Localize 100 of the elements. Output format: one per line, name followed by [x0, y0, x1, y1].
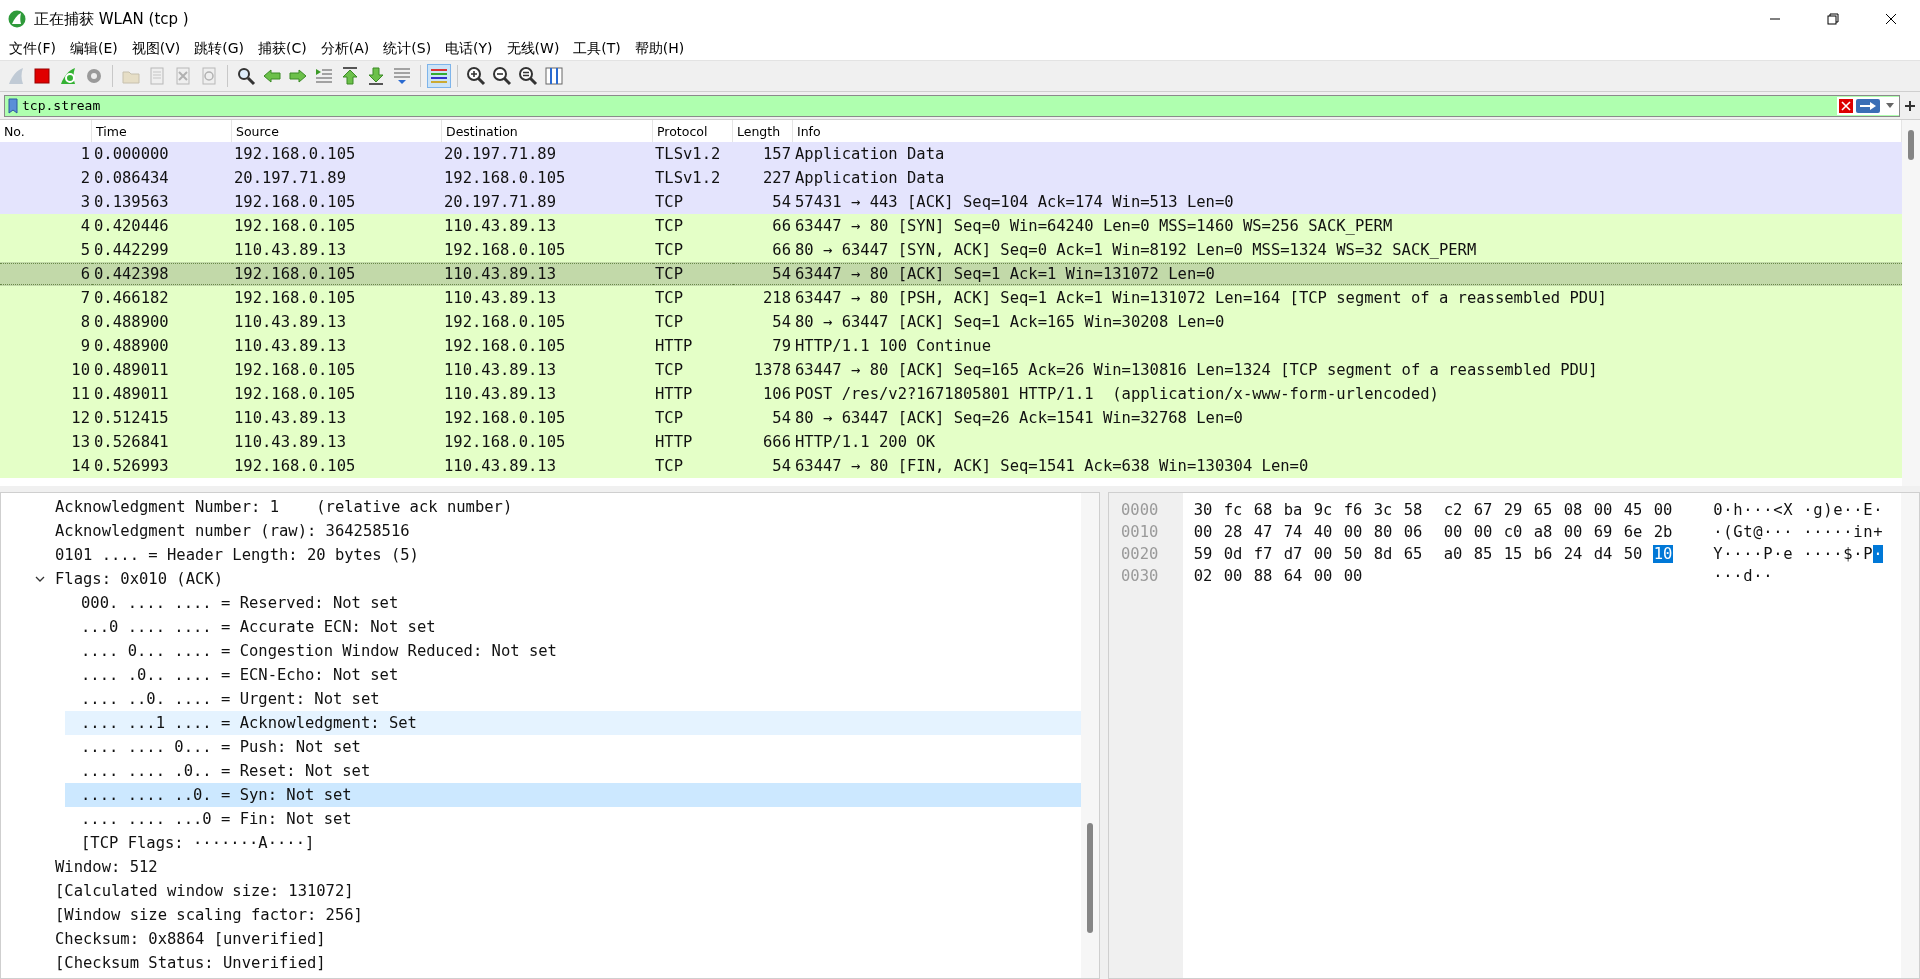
- packet-row[interactable]: 12 0.512415 110.43.89.13 192.168.0.105 TCP 54 80 → 63447 [ACK] Seq=26 Ack=1541 Win=32768 Len=0: [0, 406, 1902, 430]
- ascii-char[interactable]: ·: [1873, 545, 1883, 563]
- ascii-char[interactable]: (: [1723, 523, 1733, 541]
- hex-byte[interactable]: 80: [1373, 523, 1393, 541]
- hex-byte[interactable]: a8: [1533, 523, 1553, 541]
- ascii-char[interactable]: ·: [1733, 567, 1743, 585]
- hex-byte[interactable]: 00: [1223, 567, 1243, 585]
- bookmark-button[interactable]: [8, 96, 18, 115]
- packet-row[interactable]: 5 0.442299 110.43.89.13 192.168.0.105 TCP 66 80 → 63447 [SYN, ACK] Seq=0 Ack=1 Win=8192 Len=0 MSS=1324 WS=32 SACK_PERM: [0, 238, 1902, 262]
- packet-row[interactable]: 13 0.526841 110.43.89.13 192.168.0.105 HTTP 666 HTTP/1.1 200 OK: [0, 430, 1902, 454]
- ascii-char[interactable]: h: [1733, 501, 1743, 519]
- hex-byte[interactable]: 0d: [1223, 545, 1243, 563]
- ascii-char[interactable]: ·: [1853, 501, 1863, 519]
- tree-row[interactable]: .... .... .0.. = Reset: Not set: [65, 759, 1081, 783]
- tree-row[interactable]: .... .... ...0 = Fin: Not set: [65, 807, 1081, 831]
- tree-row[interactable]: 000. .... .... = Reserved: Not set: [65, 591, 1081, 615]
- packet-row[interactable]: 11 0.489011 192.168.0.105 110.43.89.13 HTTP 106 POST /res/v2?1671805801 HTTP/1.1 (application/x-www-form-urlencoded): [0, 382, 1902, 406]
- tree-row[interactable]: [Window size scaling factor: 256]: [55, 903, 1081, 927]
- hex-byte[interactable]: 50: [1623, 545, 1643, 563]
- hex-byte[interactable]: c2: [1443, 501, 1463, 519]
- hex-byte[interactable]: 06: [1403, 523, 1423, 541]
- ascii-char[interactable]: 0: [1713, 501, 1723, 519]
- ascii-char[interactable]: P: [1763, 545, 1773, 563]
- packet-row[interactable]: 9 0.488900 110.43.89.13 192.168.0.105 HTTP 79 HTTP/1.1 100 Continue: [0, 334, 1902, 358]
- hex-byte[interactable]: 47: [1253, 523, 1273, 541]
- hex-byte[interactable]: 59: [1193, 545, 1213, 563]
- ascii-char[interactable]: ·: [1873, 501, 1883, 519]
- ascii-char[interactable]: i: [1853, 523, 1863, 541]
- ascii-char[interactable]: @: [1753, 523, 1763, 541]
- hex-byte[interactable]: f6: [1343, 501, 1363, 519]
- packet-row[interactable]: 2 0.086434 20.197.71.89 192.168.0.105 TLSv1.2 227 Application Data: [0, 166, 1902, 190]
- ascii-char[interactable]: Y: [1713, 545, 1723, 563]
- menu-item[interactable]: 捕获(C): [251, 38, 314, 60]
- packet-row[interactable]: 4 0.420446 192.168.0.105 110.43.89.13 TCP 66 63447 → 80 [SYN] Seq=0 Win=64240 Len=0 MSS=1460 WS=256 SACK_PERM: [0, 214, 1902, 238]
- ascii-char[interactable]: ·: [1743, 545, 1753, 563]
- hex-byte[interactable]: 00: [1473, 523, 1493, 541]
- ascii-char[interactable]: ): [1823, 501, 1833, 519]
- ascii-char[interactable]: X: [1783, 501, 1793, 519]
- packet-row[interactable]: 8 0.488900 110.43.89.13 192.168.0.105 TCP 54 80 → 63447 [ACK] Seq=1 Ack=165 Win=30208 Len=0: [0, 310, 1902, 334]
- hex-byte[interactable]: b6: [1533, 545, 1553, 563]
- hex-byte[interactable]: 45: [1623, 501, 1643, 519]
- hex-byte[interactable]: fc: [1223, 501, 1243, 519]
- menu-item[interactable]: 无线(W): [499, 38, 567, 60]
- ascii-char[interactable]: <: [1773, 501, 1783, 519]
- hex-byte[interactable]: 50: [1343, 545, 1363, 563]
- menu-item[interactable]: 分析(A): [313, 38, 377, 60]
- tree-row[interactable]: .... .... ..0. = Syn: Not set: [65, 783, 1081, 807]
- packet-row[interactable]: 7 0.466182 192.168.0.105 110.43.89.13 TCP 218 63447 → 80 [PSH, ACK] Seq=1 Ack=1 Win=131072 Len=164 [TCP segment of a reassembled PDU]: [0, 286, 1902, 310]
- hex-byte[interactable]: 00: [1313, 567, 1333, 585]
- hex-byte[interactable]: 65: [1533, 501, 1553, 519]
- zoom-reset-button[interactable]: [516, 64, 540, 88]
- filter-bar[interactable]: tcp.stream: [4, 94, 1900, 117]
- hex-byte[interactable]: 29: [1503, 501, 1523, 519]
- tree-row[interactable]: 0101 .... = Header Length: 20 bytes (5): [55, 543, 1081, 567]
- tree-row[interactable]: [TCP Flags: ·······A····]: [65, 831, 1081, 855]
- tree-row[interactable]: Checksum: 0x8864 [unverified]: [55, 927, 1081, 951]
- ascii-char[interactable]: ·: [1743, 501, 1753, 519]
- tree-row[interactable]: Acknowledgment number (raw): 364258516: [55, 519, 1081, 543]
- menu-item[interactable]: 文件(F): [2, 38, 63, 60]
- scrollbar[interactable]: [1902, 120, 1920, 486]
- ascii-char[interactable]: d: [1743, 567, 1753, 585]
- menu-item[interactable]: 视图(V): [124, 38, 188, 60]
- tree-row[interactable]: .... ..0. .... = Urgent: Not set: [65, 687, 1081, 711]
- hex-byte[interactable]: 24: [1563, 545, 1583, 563]
- ascii-char[interactable]: n: [1863, 523, 1873, 541]
- hex-byte[interactable]: a0: [1443, 545, 1463, 563]
- hex-byte[interactable]: 02: [1193, 567, 1213, 585]
- ascii-char[interactable]: ·: [1803, 545, 1813, 563]
- hex-byte[interactable]: 00: [1443, 523, 1463, 541]
- ascii-char[interactable]: ·: [1763, 567, 1773, 585]
- hex-byte[interactable]: 00: [1343, 523, 1363, 541]
- columns-button[interactable]: [542, 64, 566, 88]
- hex-byte[interactable]: 00: [1563, 523, 1583, 541]
- ascii-char[interactable]: ·: [1733, 545, 1743, 563]
- hex-byte[interactable]: 6e: [1623, 523, 1643, 541]
- ascii-char[interactable]: ·: [1803, 523, 1813, 541]
- color-lines-button[interactable]: [427, 64, 451, 88]
- ascii-char[interactable]: ·: [1713, 523, 1723, 541]
- hex-byte[interactable]: 8d: [1373, 545, 1393, 563]
- hex-byte[interactable]: 00: [1593, 501, 1613, 519]
- packet-row[interactable]: 14 0.526993 192.168.0.105 110.43.89.13 TCP 54 63447 → 80 [FIN, ACK] Seq=1541 Ack=638 Win=130304 Len=0: [0, 454, 1902, 478]
- hex-byte[interactable]: f7: [1253, 545, 1273, 563]
- ascii-char[interactable]: ·: [1813, 523, 1823, 541]
- ascii-char[interactable]: t: [1743, 523, 1753, 541]
- hex-byte[interactable]: 64: [1283, 567, 1303, 585]
- hex-byte[interactable]: 58: [1403, 501, 1423, 519]
- ascii-char[interactable]: ·: [1843, 523, 1853, 541]
- ascii-char[interactable]: ·: [1783, 523, 1793, 541]
- ascii-char[interactable]: E: [1863, 501, 1873, 519]
- tree-row[interactable]: .... .0.. .... = ECN-Echo: Not set: [65, 663, 1081, 687]
- hex-byte[interactable]: 68: [1253, 501, 1273, 519]
- ascii-char[interactable]: ·: [1723, 501, 1733, 519]
- hex-byte[interactable]: 67: [1473, 501, 1493, 519]
- tree-row[interactable]: .... .... 0... = Push: Not set: [65, 735, 1081, 759]
- tree-row[interactable]: ...0 .... .... = Accurate ECN: Not set: [65, 615, 1081, 639]
- hex-byte[interactable]: 85: [1473, 545, 1493, 563]
- hex-byte[interactable]: 2b: [1653, 523, 1673, 541]
- menu-item[interactable]: 跳转(G): [187, 38, 252, 60]
- ascii-char[interactable]: g: [1813, 501, 1823, 519]
- hex-byte[interactable]: d4: [1593, 545, 1613, 563]
